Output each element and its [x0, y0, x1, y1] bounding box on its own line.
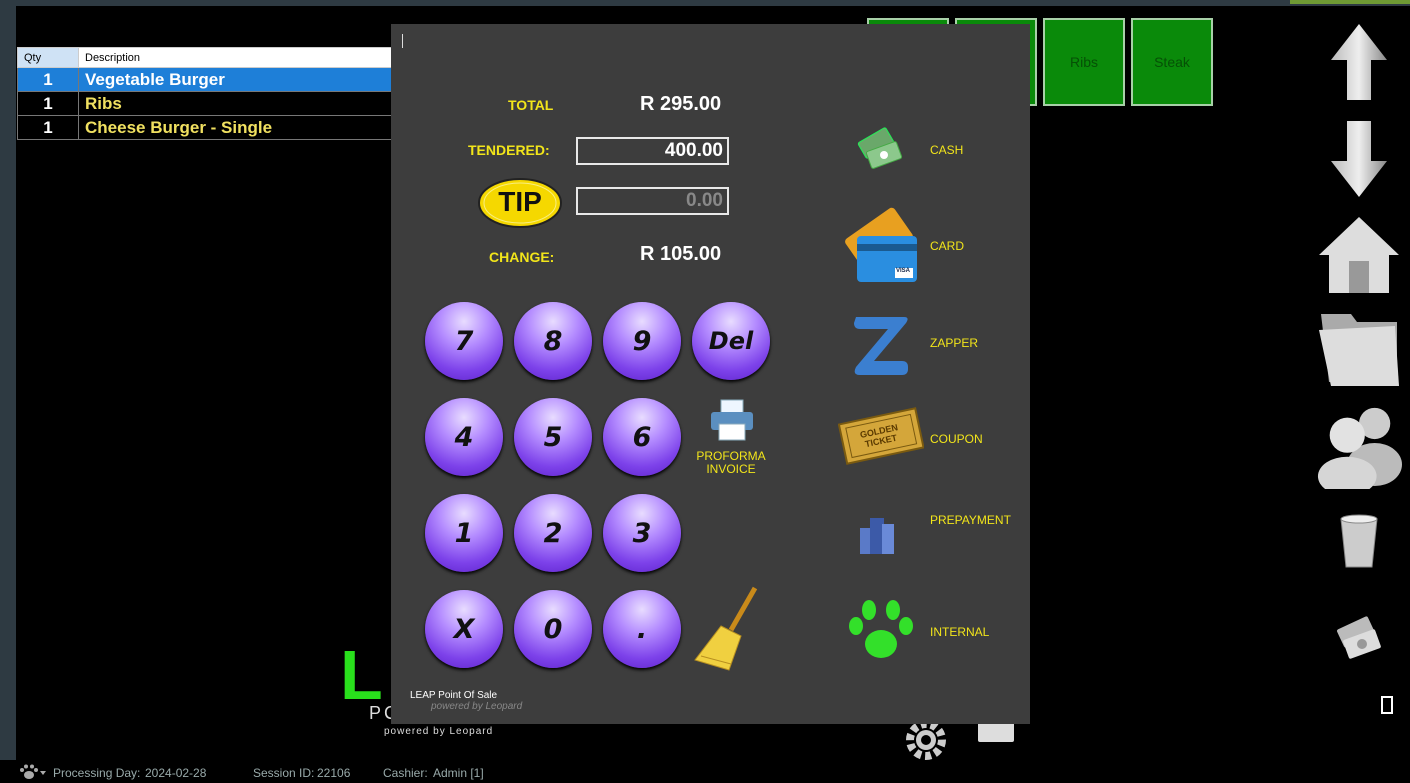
key-1[interactable]: 1 — [425, 494, 503, 572]
prepayment-label: PREPAYMENT — [930, 513, 1011, 527]
arrow-up-icon — [1331, 24, 1387, 100]
status-bar: Processing Day: 2024-02-28 Session ID: 2… — [0, 760, 1410, 783]
text-cursor — [402, 34, 403, 48]
description-header: Description — [78, 47, 395, 68]
key-6[interactable]: 6 — [603, 398, 681, 476]
app-powered-by: powered by Leopard — [431, 701, 523, 712]
tendered-label: TENDERED: — [468, 142, 550, 158]
paw-icon — [20, 764, 46, 779]
key-7[interactable]: 7 — [425, 302, 503, 380]
total-label: TOTAL — [508, 97, 554, 113]
session-id-value: 22106 — [317, 766, 351, 780]
order-description: Cheese Burger - Single — [78, 115, 395, 140]
qty-header: Qty — [17, 47, 79, 68]
key-3[interactable]: 3 — [603, 494, 681, 572]
payment-dialog: TOTAL R 295.00 TENDERED: TIP CHANGE: R 1… — [391, 24, 1030, 724]
key-decimal[interactable]: . — [603, 590, 681, 668]
pay-cash-button[interactable]: CASH — [846, 122, 1016, 182]
cash-drawer-button[interactable] — [1316, 612, 1402, 664]
zapper-label: ZAPPER — [930, 336, 979, 350]
key-2[interactable]: 2 — [514, 494, 592, 572]
home-button[interactable] — [1316, 212, 1402, 298]
change-label: CHANGE: — [489, 249, 555, 265]
pay-coupon-button[interactable]: GOLDEN TICKET COUPON — [836, 402, 1016, 468]
window-toggle-button[interactable] — [1381, 696, 1393, 714]
folder-icon — [1319, 314, 1399, 386]
order-qty: 1 — [17, 115, 79, 140]
card-label: CARD — [930, 239, 965, 253]
order-description: Vegetable Burger — [78, 67, 395, 92]
order-grid: Qty Description 1 Vegetable Burger 1 Rib… — [17, 47, 395, 140]
paw-icon — [849, 600, 913, 658]
proforma-label-line2: INVOICE — [706, 462, 756, 476]
total-value: R 295.00 — [640, 93, 722, 115]
product-button-steak[interactable]: Steak — [1131, 18, 1213, 106]
tip-label: TIP — [498, 186, 542, 217]
clear-all-button[interactable] — [691, 584, 763, 679]
product-button-ribs[interactable]: Ribs — [1043, 18, 1125, 106]
zapper-icon — [854, 317, 908, 375]
processing-day-label: Processing Day: — [53, 766, 141, 780]
broom-icon — [694, 586, 758, 671]
cash-icon — [857, 127, 903, 169]
order-row[interactable]: 1 Ribs — [17, 91, 395, 116]
change-value: R 105.00 — [640, 243, 722, 265]
key-8[interactable]: 8 — [514, 302, 592, 380]
key-delete[interactable]: Del — [692, 302, 770, 380]
order-description: Ribs — [78, 91, 395, 116]
tip-input[interactable] — [576, 187, 729, 215]
users-button[interactable] — [1316, 396, 1402, 492]
pay-internal-button[interactable]: INTERNAL — [846, 594, 1016, 666]
key-9[interactable]: 9 — [603, 302, 681, 380]
arrow-down-icon — [1331, 121, 1387, 197]
keyboard-button[interactable] — [978, 722, 1014, 742]
key-0[interactable]: 0 — [514, 590, 592, 668]
key-4[interactable]: 4 — [425, 398, 503, 476]
top-accent-bar — [1290, 0, 1410, 4]
processing-day-value: 2024-02-28 — [145, 766, 207, 780]
pay-zapper-button[interactable]: ZAPPER — [846, 309, 1016, 379]
tip-button[interactable]: TIP — [477, 177, 563, 229]
brand-logo-letter: L — [340, 636, 383, 714]
session-id-label: Session ID: — [253, 766, 315, 780]
top-strip — [0, 0, 1410, 6]
trash-icon — [1340, 514, 1378, 568]
key-clear[interactable]: X — [425, 590, 503, 668]
printer-icon — [711, 399, 753, 441]
key-5[interactable]: 5 — [514, 398, 592, 476]
building-icon — [860, 518, 894, 554]
order-row[interactable]: 1 Cheese Burger - Single — [17, 115, 395, 140]
money-icon — [1337, 616, 1381, 659]
pay-card-button[interactable]: VISA CARD — [841, 204, 1016, 289]
scroll-up-button[interactable] — [1316, 20, 1402, 104]
cash-label: CASH — [930, 143, 964, 157]
order-row[interactable]: 1 Vegetable Burger — [17, 67, 395, 92]
left-strip — [0, 0, 16, 783]
proforma-invoice-button[interactable]: PROFORMA INVOICE — [691, 396, 771, 482]
folder-button[interactable] — [1316, 304, 1402, 392]
card-brand-text: VISA — [896, 268, 911, 274]
order-qty: 1 — [17, 91, 79, 116]
pay-prepayment-button[interactable]: PREPAYMENT — [846, 502, 1016, 562]
users-icon — [1317, 407, 1402, 489]
internal-label: INTERNAL — [930, 625, 990, 639]
tendered-input[interactable] — [576, 137, 729, 165]
cashier-label: Cashier: — [383, 766, 428, 780]
app-name: LEAP Point Of Sale — [410, 690, 498, 701]
coupon-label: COUPON — [930, 432, 983, 446]
brand-powered-by: powered by Leopard — [384, 726, 494, 737]
status-menu-button[interactable] — [18, 764, 48, 783]
order-qty: 1 — [17, 67, 79, 92]
cashier-value: Admin [1] — [433, 766, 484, 780]
scroll-down-button[interactable] — [1316, 118, 1402, 200]
trash-button[interactable] — [1316, 510, 1402, 572]
home-icon — [1319, 217, 1399, 293]
